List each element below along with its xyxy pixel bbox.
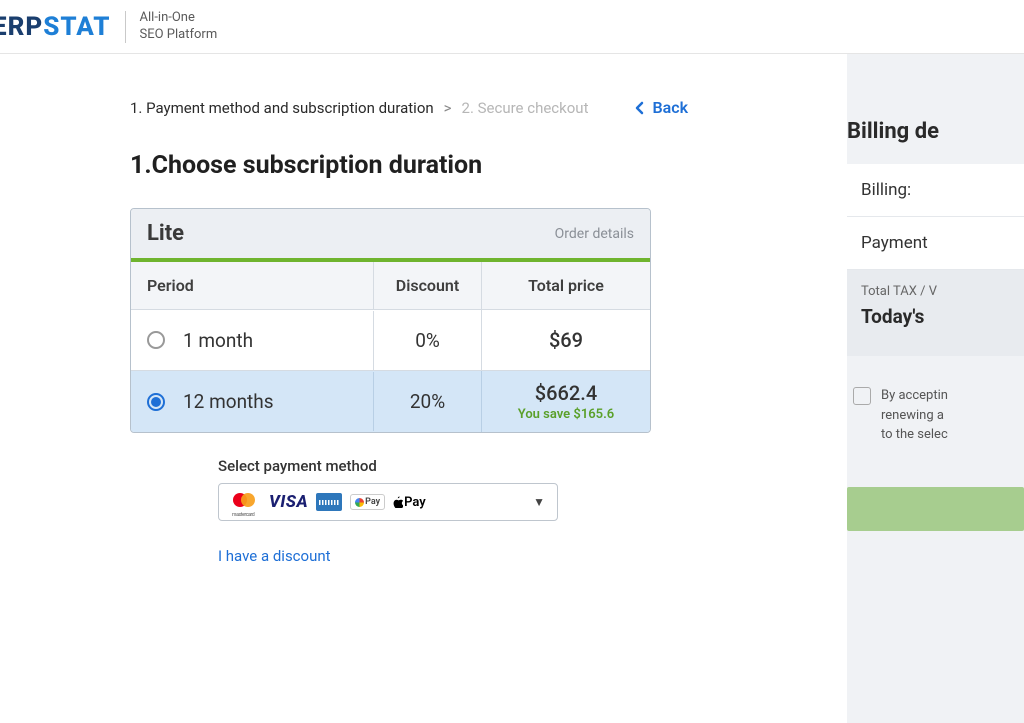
content: 1. Payment method and subscription durat… [0, 54, 715, 565]
period-label: 12 months [183, 390, 274, 413]
applepay-icon: Pay [393, 495, 426, 510]
chevron-down-icon: ▼ [533, 495, 545, 509]
tagline-line2: SEO Platform [140, 27, 218, 44]
price-value: $662.4 [535, 381, 597, 405]
payment-section: Select payment method mastercard VISA Pa… [218, 457, 558, 565]
terms-line1: By acceptin [881, 386, 948, 406]
receipt-edge-decoration [847, 344, 1024, 356]
payment-method-label: Select payment method [218, 457, 558, 475]
terms-text: By acceptin renewing a to the selec [881, 386, 948, 445]
plan-header: Lite Order details [131, 209, 650, 262]
terms-row: By acceptin renewing a to the selec [847, 356, 1024, 445]
billing-box: Billing: Payment Total TAX / V Today's [847, 164, 1024, 356]
cell-period: 1 month [131, 311, 373, 370]
back-label: Back [652, 98, 688, 117]
tax-label: Total TAX / V [861, 284, 1010, 299]
payment-brand-icons: mastercard VISA Pay Pay [231, 492, 426, 512]
plan-name: Lite [147, 221, 184, 246]
app-header: ERPSTAT All-in-One SEO Platform [0, 0, 1024, 54]
section-title: 1.Choose subscription duration [130, 151, 715, 180]
radio-unchecked-icon[interactable] [147, 331, 165, 349]
amex-icon [316, 493, 342, 511]
plan-table: Lite Order details Period Discount Total… [130, 208, 651, 433]
cell-price: $662.4 You save $165.6 [481, 371, 650, 432]
right-column: Billing de Billing: Payment Total TAX / … [847, 54, 1024, 723]
payment-method-select[interactable]: mastercard VISA Pay Pay ▼ [218, 483, 558, 521]
radio-checked-icon[interactable] [147, 393, 165, 411]
order-details-link[interactable]: Order details [555, 226, 634, 242]
breadcrumb: 1. Payment method and subscription durat… [130, 98, 715, 117]
billing-title: Billing de [847, 119, 1024, 144]
main-wrap: 1. Payment method and subscription durat… [0, 54, 1024, 723]
cell-price: $69 [481, 310, 650, 370]
logo-divider [125, 11, 126, 43]
discount-link[interactable]: I have a discount [218, 547, 331, 565]
cell-period: 12 months [131, 372, 373, 431]
cell-discount: 20% [373, 372, 481, 431]
breadcrumb-step2: 2. Secure checkout [462, 99, 589, 117]
price-value: $69 [549, 328, 583, 352]
confirm-button[interactable] [847, 487, 1024, 531]
tagline: All-in-One SEO Platform [140, 10, 218, 44]
logo: ERPSTAT [0, 12, 111, 42]
breadcrumb-step1: 1. Payment method and subscription durat… [130, 99, 434, 117]
table-columns-header: Period Discount Total price [131, 262, 650, 310]
breadcrumb-separator: > [444, 99, 452, 117]
logo-part2: STAT [43, 12, 110, 42]
billing-field-payment: Payment [847, 217, 1024, 270]
plan-row-12months[interactable]: 12 months 20% $662.4 You save $165.6 [131, 371, 650, 432]
billing-tax-block: Total TAX / V Today's [847, 270, 1024, 344]
terms-line2: renewing a [881, 406, 948, 426]
price-save: You save $165.6 [518, 407, 614, 422]
plan-row-1month[interactable]: 1 month 0% $69 [131, 310, 650, 371]
back-button[interactable]: Back [634, 98, 688, 117]
visa-icon: VISA [269, 492, 308, 512]
col-discount-header: Discount [373, 262, 481, 309]
logo-part1: ERP [0, 12, 43, 42]
terms-line3: to the selec [881, 425, 948, 445]
mastercard-icon: mastercard [231, 492, 261, 512]
terms-checkbox[interactable] [853, 387, 871, 405]
billing-details-panel: Billing de Billing: Payment Total TAX / … [847, 119, 1024, 531]
chevron-left-icon [634, 101, 646, 115]
left-column: 1. Payment method and subscription durat… [0, 54, 847, 723]
tagline-line1: All-in-One [140, 10, 218, 27]
col-price-header: Total price [481, 262, 650, 309]
billing-field-billing: Billing: [847, 164, 1024, 217]
col-period-header: Period [131, 262, 373, 309]
gpay-icon: Pay [350, 494, 385, 510]
today-total-label: Today's [861, 305, 1010, 328]
cell-discount: 0% [373, 311, 481, 370]
period-label: 1 month [183, 329, 253, 352]
